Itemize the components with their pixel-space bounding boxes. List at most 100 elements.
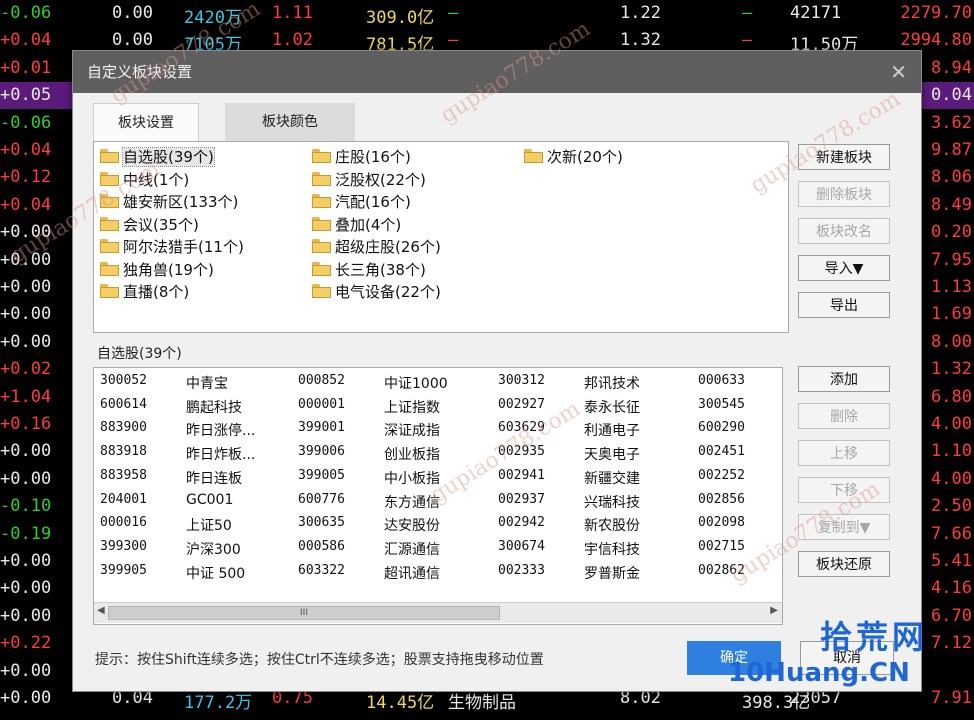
sector-item[interactable]: 超级庄股(26个) xyxy=(312,236,441,258)
sector-item[interactable]: 庄股(16个) xyxy=(312,146,411,168)
stock-code[interactable]: 883958 xyxy=(100,468,147,483)
sector-label: 汽配(16个) xyxy=(335,193,411,211)
stock-code[interactable]: 000852 xyxy=(298,373,345,388)
stock-code[interactable]: 300545 xyxy=(698,397,745,412)
stock-name[interactable]: 新疆交建 xyxy=(584,468,640,488)
stock-code[interactable]: 002937 xyxy=(498,492,545,507)
stock-name[interactable]: 昨日连板 xyxy=(186,468,242,488)
stock-code[interactable]: 002098 xyxy=(698,515,745,530)
sector-item[interactable]: 直播(8个) xyxy=(100,281,189,303)
site-logo: 拾荒网 10Huang.CN xyxy=(728,612,928,688)
hint-text: 提示：按住Shift连续多选；按住Ctrl不连续多选；股票支持拖曳移动位置 xyxy=(95,652,544,668)
stock-code[interactable]: 002856 xyxy=(698,492,745,507)
stock-code[interactable]: 399006 xyxy=(298,444,345,459)
stock-code[interactable]: 600776 xyxy=(298,492,345,507)
stock-code[interactable]: 300674 xyxy=(498,539,545,554)
stock-code[interactable]: 000586 xyxy=(298,539,345,554)
sector-item[interactable]: 长三角(38个) xyxy=(312,259,426,281)
sector-item[interactable]: 次新(20个) xyxy=(524,146,623,168)
stock-name[interactable]: 昨日涨停... xyxy=(186,420,255,440)
stock-name[interactable]: 天奥电子 xyxy=(584,444,640,464)
stock-name[interactable]: 创业板指 xyxy=(384,444,440,464)
sector-item[interactable]: 汽配(16个) xyxy=(312,191,411,213)
quote-cell: 0.00 xyxy=(112,30,153,51)
sector-action-button[interactable]: 导出 xyxy=(798,292,890,318)
folder-icon xyxy=(100,284,120,298)
stock-code[interactable]: 600614 xyxy=(100,397,147,412)
sector-action-button[interactable]: 导入▼ xyxy=(798,255,890,281)
stock-code[interactable]: 399005 xyxy=(298,468,345,483)
stock-name[interactable]: 沪深300 xyxy=(186,539,241,559)
horizontal-scrollbar[interactable]: ◀ III ▶ xyxy=(94,602,782,623)
sector-action-button[interactable]: 删除 xyxy=(798,403,890,429)
quote-cell: -0.10 xyxy=(0,496,52,517)
stock-name[interactable]: 深证成指 xyxy=(384,420,440,440)
stock-code[interactable]: 399300 xyxy=(100,539,147,554)
scrollbar-thumb[interactable]: III xyxy=(108,606,500,620)
stock-name[interactable]: 兴瑞科技 xyxy=(584,492,640,512)
stock-code[interactable]: 002252 xyxy=(698,468,745,483)
stock-name[interactable]: 泰永长征 xyxy=(584,397,640,417)
stock-name[interactable]: 罗普斯金 xyxy=(584,563,640,583)
tab-sector-settings[interactable]: 板块设置 xyxy=(93,103,199,142)
stock-name[interactable]: 中证 500 xyxy=(186,563,245,583)
stock-code[interactable]: 399001 xyxy=(298,420,345,435)
sector-item[interactable]: 会议(35个) xyxy=(100,214,199,236)
stock-code[interactable]: 000016 xyxy=(100,515,147,530)
stock-name[interactable]: 鹏起科技 xyxy=(186,397,242,417)
stock-code[interactable]: 002333 xyxy=(498,563,545,578)
quote-cell: -0.19 xyxy=(0,523,52,544)
sector-item[interactable]: 叠加(4个) xyxy=(312,214,401,236)
stock-code[interactable]: 883900 xyxy=(100,420,147,435)
sector-item[interactable]: 独角兽(19个) xyxy=(100,259,214,281)
stock-code[interactable]: 002451 xyxy=(698,444,745,459)
stock-code[interactable]: 000633 xyxy=(698,373,745,388)
sector-action-button[interactable]: 板块改名 xyxy=(798,218,890,244)
quote-cell: 9.87 xyxy=(931,140,972,160)
stock-name[interactable]: GC001 xyxy=(186,492,233,508)
sector-item[interactable]: 泛股权(22个) xyxy=(312,169,426,191)
stock-code[interactable]: 603322 xyxy=(298,563,345,578)
sector-label: 叠加(4个) xyxy=(335,215,402,234)
sector-item[interactable]: 阿尔法猎手(11个) xyxy=(100,236,244,258)
stock-name[interactable]: 中证1000 xyxy=(384,373,448,393)
stock-name[interactable]: 昨日炸板... xyxy=(186,444,255,464)
close-icon[interactable]: ✕ xyxy=(890,51,907,93)
stock-name[interactable]: 上证50 xyxy=(186,515,232,535)
sector-action-button[interactable]: 上移 xyxy=(798,440,890,466)
stock-code[interactable]: 000001 xyxy=(298,397,345,412)
scroll-left-icon[interactable]: ◀ xyxy=(97,605,105,616)
stock-code[interactable]: 300052 xyxy=(100,373,147,388)
stock-name[interactable]: 上证指数 xyxy=(384,397,440,417)
quote-cell: 7.91 xyxy=(931,688,972,708)
stock-name[interactable]: 新农股份 xyxy=(584,515,640,535)
stock-code[interactable]: 204001 xyxy=(100,492,147,507)
sector-item[interactable]: 电气设备(22个) xyxy=(312,281,441,303)
stock-name[interactable]: 超讯通信 xyxy=(384,563,440,583)
stock-code[interactable]: 883918 xyxy=(100,444,147,459)
stock-code[interactable]: 002942 xyxy=(498,515,545,530)
folder-icon xyxy=(312,171,332,186)
sector-action-button[interactable]: 板块还原 xyxy=(798,551,890,577)
stock-code[interactable]: 002927 xyxy=(498,397,545,412)
stock-code[interactable]: 300312 xyxy=(498,373,545,388)
stock-code[interactable]: 002715 xyxy=(698,539,745,554)
stock-name[interactable]: 达安股份 xyxy=(384,515,440,535)
stock-name[interactable]: 利通电子 xyxy=(584,420,640,440)
stock-code[interactable]: 399905 xyxy=(100,563,147,578)
quote-cell: 0.00 xyxy=(112,3,153,23)
stock-code[interactable]: 002941 xyxy=(498,468,545,483)
sector-action-button[interactable]: 删除板块 xyxy=(798,181,890,207)
quote-cell: +1.04 xyxy=(0,386,52,407)
stock-name[interactable]: 宇信科技 xyxy=(584,539,640,559)
quote-row[interactable]: -0.06 0.00 2420万 1.11 309.0亿 —1.22—42171 2279.… xyxy=(0,0,974,28)
stock-name[interactable]: 中青宝 xyxy=(186,373,228,393)
sector-action-button[interactable]: 添加 xyxy=(798,366,890,392)
sector-label: 雄安新区(133个) xyxy=(123,193,239,211)
stock-name[interactable]: 汇源通信 xyxy=(384,539,440,559)
sector-label: 直播(8个) xyxy=(123,283,190,301)
stock-code[interactable]: 300635 xyxy=(298,515,345,530)
tab-sector-colors[interactable]: 板块颜色 xyxy=(225,103,355,141)
stock-code[interactable]: 600290 xyxy=(698,420,745,435)
stock-name[interactable]: 邦讯技术 xyxy=(584,373,640,393)
